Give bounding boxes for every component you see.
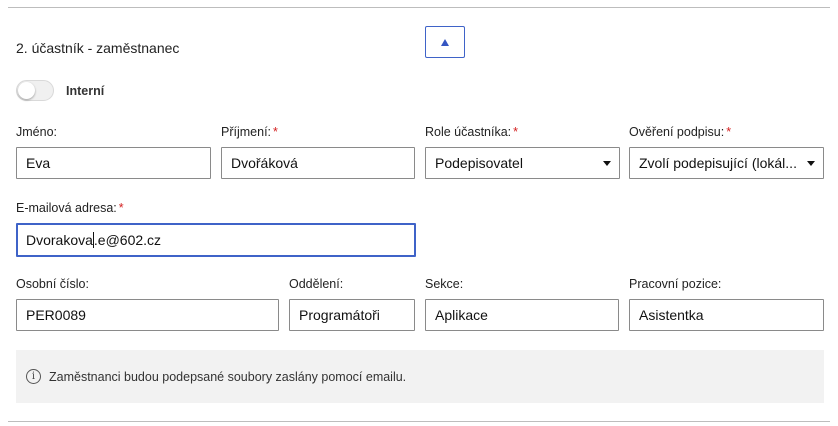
role-label: Role účastníka: * [425,125,519,139]
department-field-group: Oddělení: Programátoři [289,277,415,331]
personal-number-input[interactable]: PER0089 [16,299,279,331]
required-marker: * [273,125,278,139]
role-select[interactable]: Podepisovatel [425,147,620,179]
section-label: Sekce: [425,277,464,291]
role-value: Podepisovatel [435,155,523,171]
section-input[interactable]: Aplikace [425,299,619,331]
department-value: Programátoři [299,307,380,323]
info-notice: i Zaměstnanci budou podepsané soubory za… [16,350,824,403]
signature-verification-label: Ověření podpisu: * [629,125,732,139]
position-field-group: Pracovní pozice: Asistentka [629,277,824,331]
personal-number-value: PER0089 [26,307,86,323]
internal-toggle[interactable] [16,80,54,101]
signature-verification-field-group: Ověření podpisu: * Zvolí podepisující (lo… [629,125,824,179]
top-divider [8,7,830,8]
section-value: Aplikace [435,307,488,323]
email-value-after-cursor: .e@602.cz [93,232,162,248]
dropdown-arrow-icon [807,160,815,166]
personal-number-label: Osobní číslo: [16,277,89,291]
signature-verification-value: Zvolí podepisující (lokál... [639,155,797,171]
toggle-knob [18,82,35,99]
info-text: Zaměstnanci budou podepsané soubory zasl… [49,369,407,384]
chevron-up-icon [441,38,449,46]
internal-toggle-label: Interní [66,83,105,98]
signature-verification-select[interactable]: Zvolí podepisující (lokál... [629,147,824,179]
email-input[interactable]: Dvorakova .e@602.cz [16,223,416,257]
last-name-input[interactable]: Dvořáková [221,147,415,179]
first-name-input[interactable]: Eva [16,147,211,179]
first-name-value: Eva [26,155,51,171]
required-marker: * [513,125,519,139]
bottom-divider [8,421,830,422]
section-title: 2. účastník - zaměstnanec [16,40,180,56]
department-input[interactable]: Programátoři [289,299,415,331]
position-value: Asistentka [639,307,704,323]
first-name-label: Jméno: [16,125,57,139]
email-label: E-mailová adresa: * [16,201,124,215]
position-input[interactable]: Asistentka [629,299,824,331]
personal-number-field-group: Osobní číslo: PER0089 [16,277,279,331]
first-name-field-group: Jméno: Eva [16,125,211,179]
role-field-group: Role účastníka: * Podepisovatel [425,125,620,179]
last-name-label: Příjmení: * [221,125,278,139]
required-marker: * [726,125,732,139]
section-field-group: Sekce: Aplikace [425,277,619,331]
required-marker: * [118,201,124,215]
dropdown-arrow-icon [603,160,611,166]
last-name-value: Dvořáková [231,155,298,171]
position-label: Pracovní pozice: [629,277,722,291]
internal-toggle-group: Interní [16,80,104,101]
last-name-field-group: Příjmení: * Dvořáková [221,125,415,179]
info-icon: i [26,369,41,384]
department-label: Oddělení: [289,277,344,291]
collapse-button[interactable] [425,26,465,58]
email-value-before-cursor: Dvorakova [26,232,93,248]
email-field-group: E-mailová adresa: * Dvorakova .e@602.cz [16,201,416,257]
